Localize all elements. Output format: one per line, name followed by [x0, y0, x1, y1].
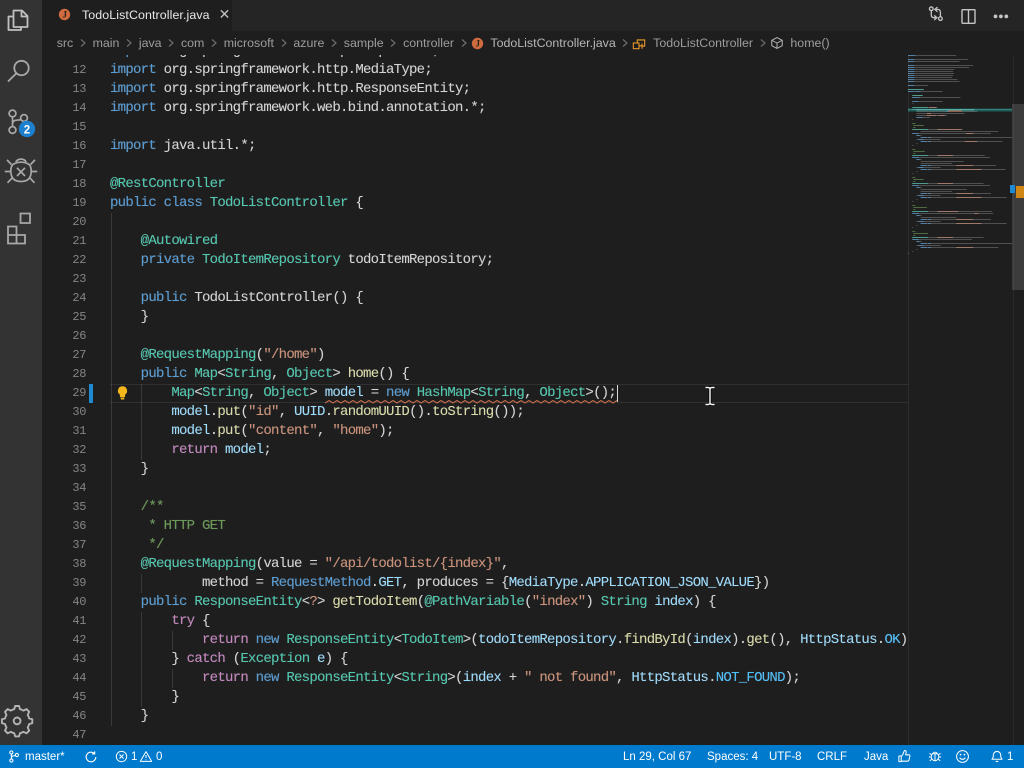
svg-text:2: 2: [24, 124, 30, 136]
svg-text:J: J: [62, 10, 67, 20]
svg-text:J: J: [475, 38, 480, 48]
